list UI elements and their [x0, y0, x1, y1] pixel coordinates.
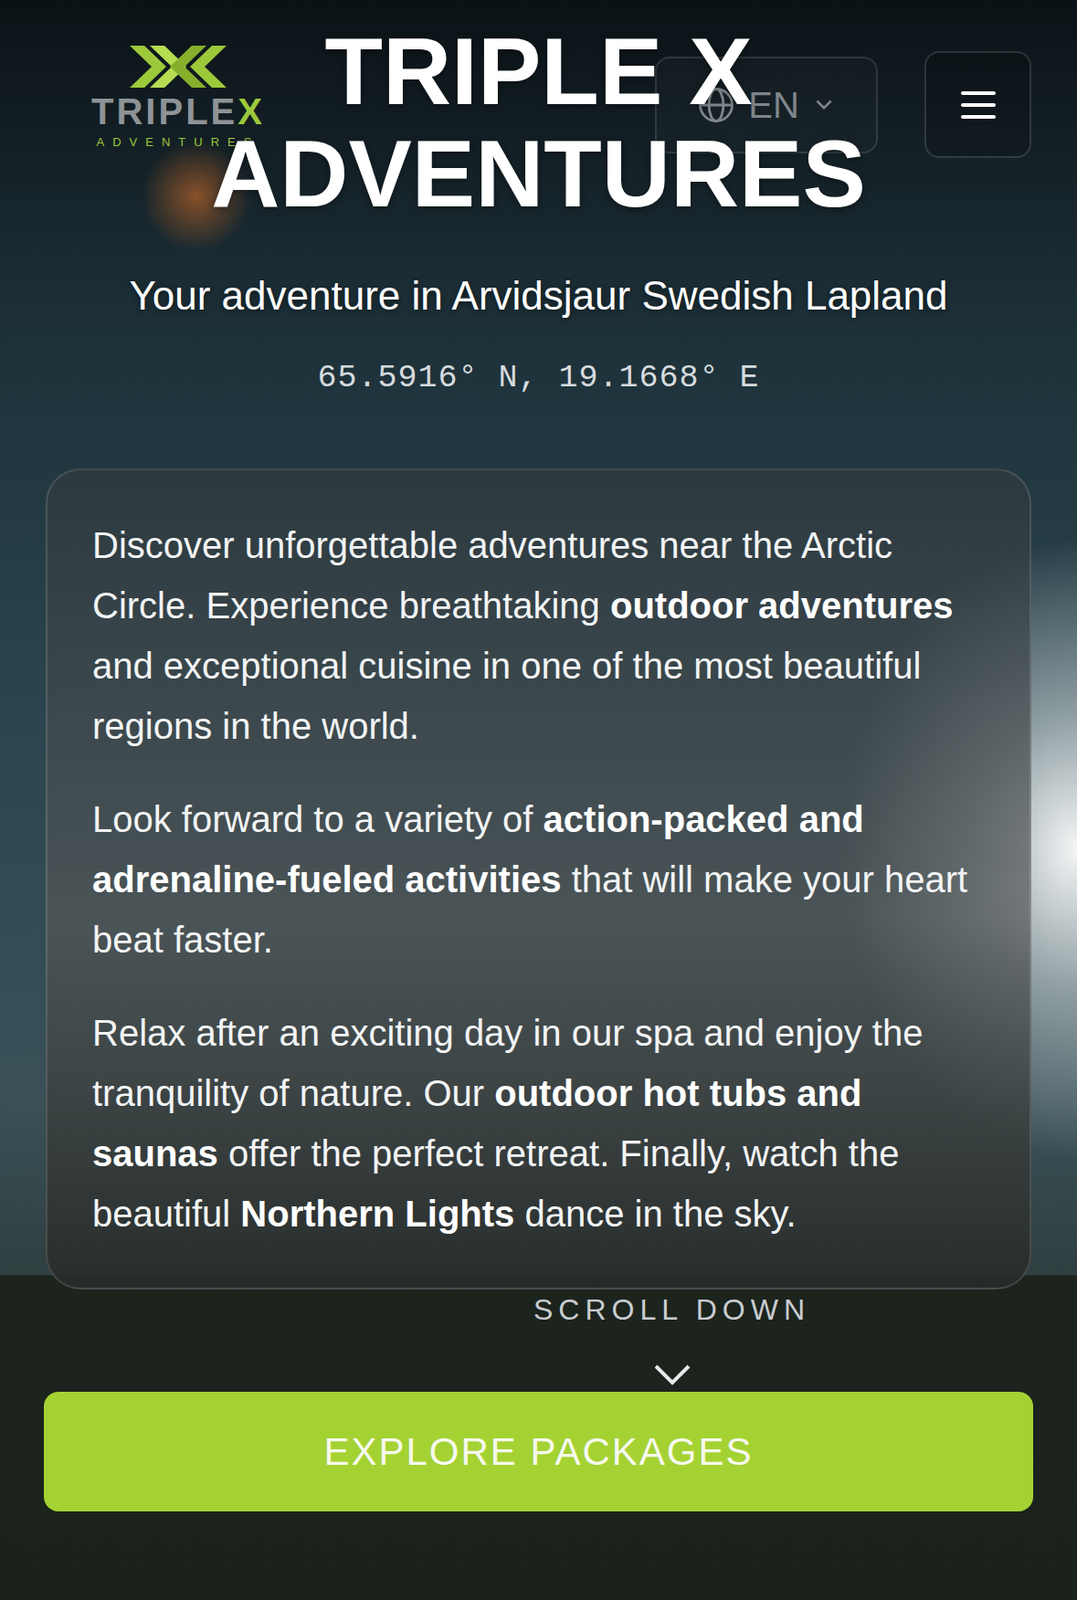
menu-button[interactable] [924, 51, 1032, 159]
intro-paragraph: Discover unforgettable adventures near t… [92, 515, 985, 757]
hero-page: TRIPLEX ADVENTURES EN TRIPLE X ADVENTURE… [0, 0, 1077, 1600]
scroll-label: SCROLL DOWN [533, 1291, 811, 1329]
paragraph-text: and exceptional cuisine in one of the mo… [92, 645, 921, 747]
coordinates: 65.5916° N, 19.1668° E [316, 358, 760, 401]
language-label: EN [748, 84, 800, 127]
explore-packages-button[interactable]: EXPLORE PACKAGES [43, 1392, 1034, 1512]
logo-x-icon [129, 45, 227, 88]
chevron-down-icon [651, 1361, 694, 1389]
scroll-hint[interactable]: SCROLL DOWN [0, 1291, 1077, 1389]
intro-card: Discover unforgettable adventures near t… [45, 468, 1032, 1290]
highlight-text: outdoor adventures [610, 585, 954, 626]
hero-content: TRIPLE X ADVENTURES Your adventure in Ar… [0, 0, 1077, 1512]
highlight-text: Northern Lights [240, 1193, 515, 1235]
paragraph-text: Look forward to a variety of [92, 799, 544, 840]
hero-title: TRIPLE X ADVENTURES [82, 20, 996, 226]
chevron-down-icon [812, 93, 836, 117]
intro-paragraph: Relax after an exciting day in our spa a… [92, 1003, 985, 1245]
hero-subtitle: Your adventure in Arvidsjaur Swedish Lap… [128, 269, 948, 322]
paragraph-text: dance in the sky. [514, 1193, 796, 1235]
hamburger-icon [960, 89, 997, 121]
intro-paragraph: Look forward to a variety of action-pack… [92, 789, 985, 971]
